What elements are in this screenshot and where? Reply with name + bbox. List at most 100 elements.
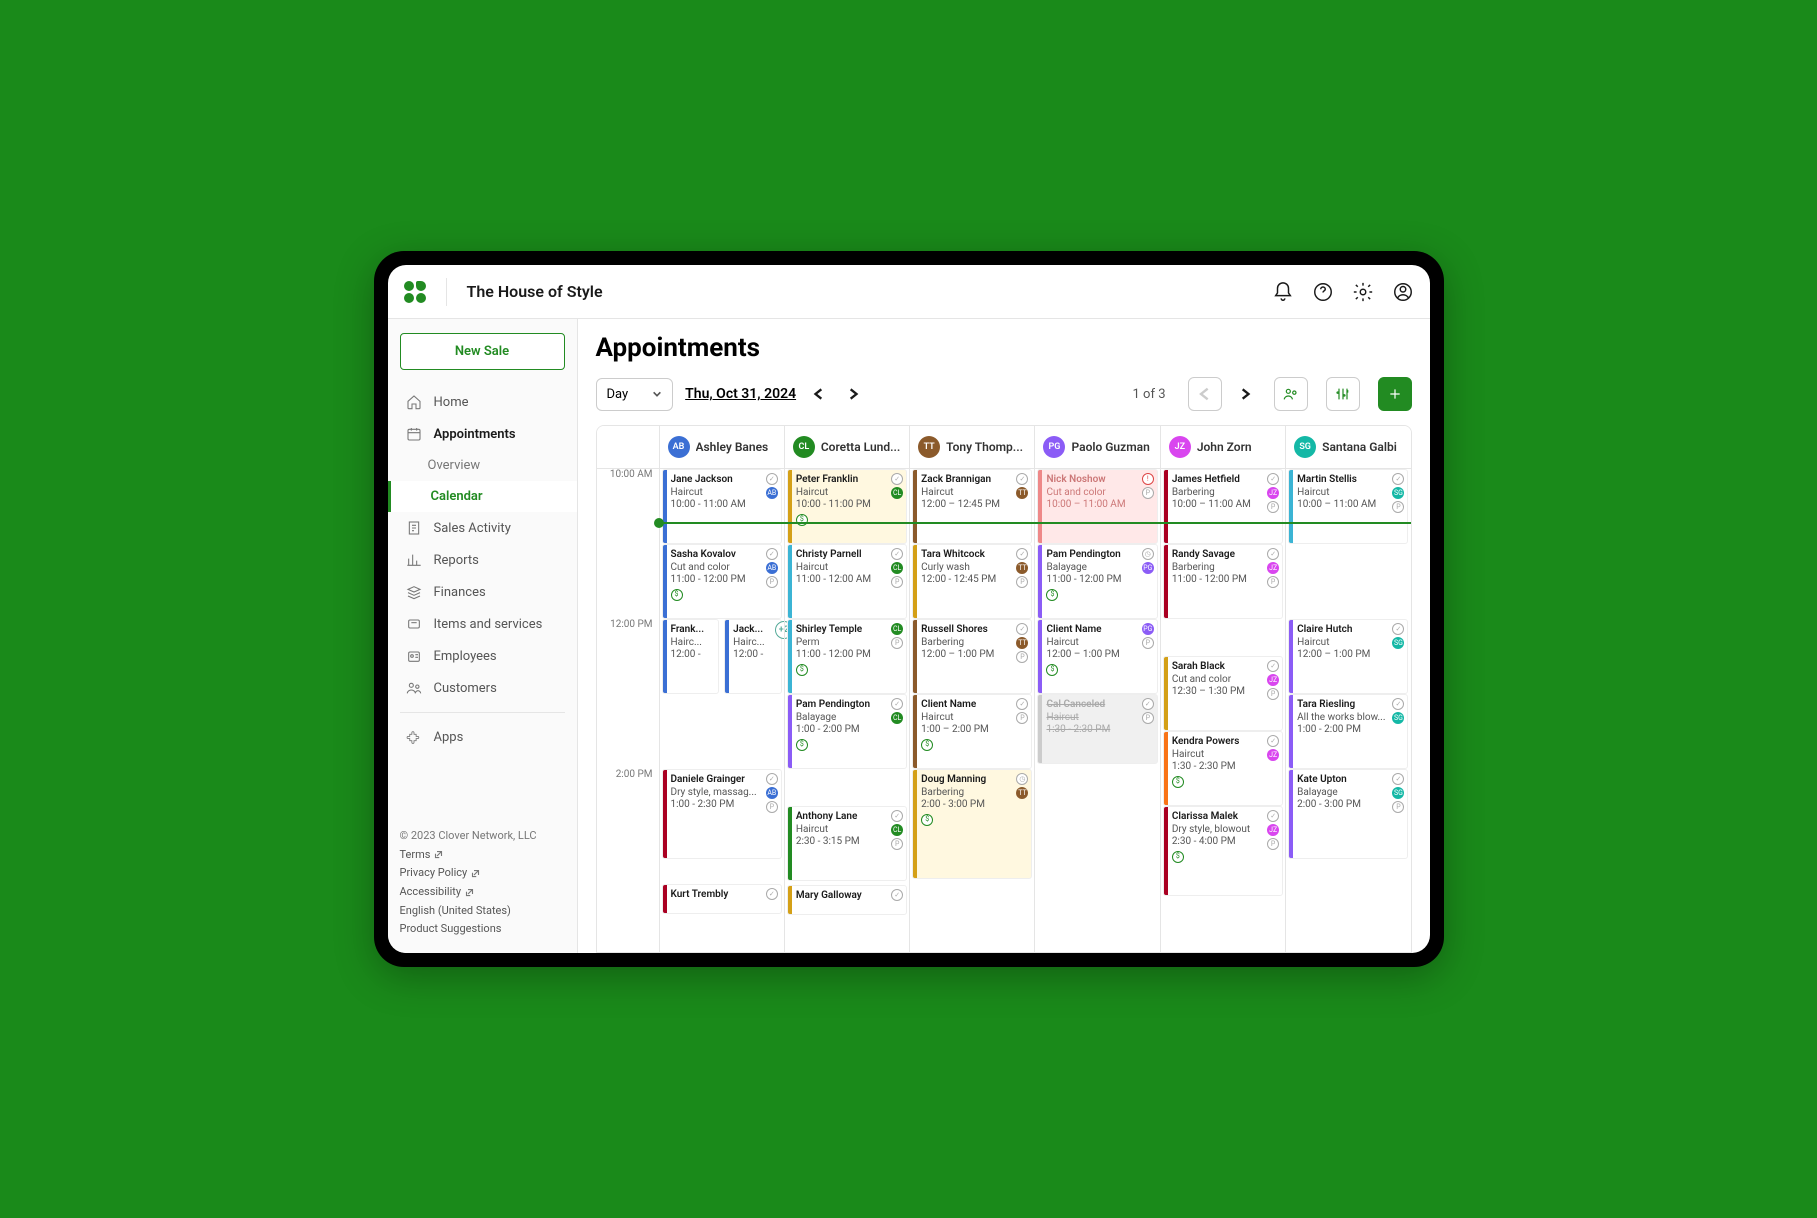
nav-appointments[interactable]: Appointments (400, 418, 565, 450)
appointment-card[interactable]: Jack...Hairc...12:00 - (724, 619, 782, 694)
service-name: Haircut (1297, 637, 1402, 650)
appointment-card[interactable]: Anthony LaneHaircut2:30 - 3:15 PM✓CLP (787, 806, 907, 881)
appointment-card[interactable]: Peter FranklinHaircut10:00 - 11:00 PM$✓C… (787, 469, 907, 544)
pager-next-button[interactable] (1238, 387, 1252, 401)
service-name: Curly wash (921, 562, 1026, 575)
appointment-card[interactable]: Zack BranniganHaircut12:00 – 12:45 PM✓TT (912, 469, 1032, 544)
appointment-card[interactable]: Daniele GraingerDry style, massag...1:00… (662, 769, 782, 859)
appointment-card[interactable]: Cal CanceledHaircut1:30 - 2:30 PM✓P (1037, 694, 1157, 764)
appointment-card[interactable]: Kurt Trembly✓ (662, 884, 782, 914)
check-icon: ✓ (1267, 548, 1279, 560)
accessibility-link[interactable]: Accessibility (400, 883, 475, 902)
employee-column-header[interactable]: JZJohn Zorn (1160, 426, 1285, 468)
bell-icon[interactable] (1272, 281, 1294, 303)
suggestions-link[interactable]: Product Suggestions (400, 920, 502, 939)
client-name: Zack Brannigan (921, 474, 1026, 487)
appointment-time: 2:00 - 3:00 PM (921, 799, 1026, 812)
pager-prev-button[interactable] (1188, 377, 1222, 411)
nav-apps[interactable]: Apps (400, 721, 565, 753)
new-sale-button[interactable]: New Sale (400, 333, 565, 370)
nav-overview[interactable]: Overview (400, 450, 565, 481)
account-icon[interactable] (1392, 281, 1414, 303)
appointment-card[interactable]: Jane JacksonHaircut10:00 - 11:00 AM✓AB (662, 469, 782, 544)
payment-icon: P (1016, 712, 1028, 724)
appointment-card[interactable]: Client NameHaircut1:00 – 2:00 PM$✓P (912, 694, 1032, 769)
appointment-card[interactable]: Tara WhitcockCurly wash12:00 - 12:45 PM✓… (912, 544, 1032, 619)
assignee-avatar: AB (766, 787, 778, 799)
appointment-time: 11:00 - 12:00 PM (1046, 574, 1151, 587)
employee-column-header[interactable]: PGPaolo Guzman (1034, 426, 1159, 468)
view-select[interactable]: Day (596, 378, 674, 411)
nav-home[interactable]: Home (400, 386, 565, 418)
gear-icon[interactable] (1352, 281, 1374, 303)
appointment-card[interactable]: Claire HutchHaircut12:00 – 1:00 PM✓SG (1288, 619, 1408, 694)
assignee-avatar: AB (766, 562, 778, 574)
employee-column-header[interactable]: ABAshley Banes (659, 426, 784, 468)
add-appointment-button[interactable] (1378, 377, 1412, 411)
clover-logo-icon (404, 281, 426, 303)
appointment-time: 1:30 - 2:30 PM (1172, 761, 1277, 774)
check-icon: ✓ (1267, 810, 1279, 822)
appointment-time: 12:00 – 1:00 PM (921, 649, 1026, 662)
appointment-card[interactable]: Mary Galloway✓ (787, 885, 907, 915)
appointment-card[interactable]: Clarissa MalekDry style, blowout2:30 - 4… (1163, 806, 1283, 896)
appointment-time: 11:00 - 12:00 PM (1172, 574, 1277, 587)
terms-link[interactable]: Terms (400, 846, 444, 865)
appointment-card[interactable]: Sarah BlackCut and color12:30 – 1:30 PM✓… (1163, 656, 1283, 731)
appointment-card[interactable]: Christy ParnellHaircut11:00 - 12:00 AM✓C… (787, 544, 907, 619)
employee-column-header[interactable]: TTTony Thomp... (909, 426, 1034, 468)
appointment-card[interactable]: Martin StellisHaircut10:00 – 11:00 AM✓SG… (1288, 469, 1408, 544)
appointment-card[interactable]: Kate UptonBalayage2:00 - 3:00 PM✓SGP (1288, 769, 1408, 859)
client-name: Client Name (1046, 624, 1151, 637)
check-icon: ✓ (1392, 773, 1404, 785)
client-name: Client Name (921, 699, 1026, 712)
service-name: All the works blow... (1297, 712, 1402, 725)
appointment-card[interactable]: Kendra PowersHaircut1:30 - 2:30 PM$✓JZ (1163, 731, 1283, 806)
appointment-card[interactable]: Shirley TemplePerm11:00 - 12:00 PM$CLP (787, 619, 907, 694)
appointment-card[interactable]: Doug ManningBarbering2:00 - 3:00 PM$◷TT (912, 769, 1032, 879)
client-name: Shirley Temple (796, 624, 901, 637)
check-icon: ✓ (1016, 623, 1028, 635)
employee-name: John Zorn (1197, 440, 1252, 454)
nav-sales[interactable]: Sales Activity (400, 512, 565, 544)
nav-calendar[interactable]: Calendar (388, 481, 577, 512)
display-options-button[interactable] (1326, 377, 1360, 411)
nav-customers[interactable]: Customers (400, 672, 565, 704)
appointment-card[interactable]: Nick NoshowCut and color10:00 – 11:00 AM… (1037, 469, 1157, 544)
service-name: Cut and color (1046, 487, 1151, 500)
avatar: CL (793, 436, 815, 458)
check-icon: ✓ (891, 548, 903, 560)
prev-day-button[interactable] (812, 387, 826, 401)
next-day-button[interactable] (846, 387, 860, 401)
appointment-card[interactable]: Sasha KovalovCut and color11:00 - 12:00 … (662, 544, 782, 619)
check-icon: ✓ (766, 548, 778, 560)
help-icon[interactable] (1312, 281, 1334, 303)
assignee-avatar: CL (891, 623, 903, 635)
client-name: Sarah Black (1172, 661, 1277, 674)
nav-employees[interactable]: Employees (400, 640, 565, 672)
nav-finances[interactable]: Finances (400, 576, 565, 608)
appointment-card[interactable]: James HetfieldBarbering10:00 – 11:00 AM✓… (1163, 469, 1283, 544)
appointment-card[interactable]: Frank...Hairc...12:00 - (662, 619, 720, 694)
nav-reports[interactable]: Reports (400, 544, 565, 576)
employee-column-header[interactable]: SGSantana Galbi (1285, 426, 1410, 468)
appointment-card[interactable]: Pam PendingtonBalayage1:00 - 2:00 PM$✓CL (787, 694, 907, 769)
employee-column-header[interactable]: CLCoretta Lund... (784, 426, 909, 468)
appointment-card[interactable]: Randy SavageBarbering11:00 - 12:00 PM✓JZ… (1163, 544, 1283, 619)
time-label: 2:00 PM (616, 769, 653, 780)
service-name: Balayage (1297, 787, 1402, 800)
employees-filter-button[interactable] (1274, 377, 1308, 411)
privacy-link[interactable]: Privacy Policy (400, 864, 481, 883)
language-link[interactable]: English (United States) (400, 902, 511, 921)
appointment-card[interactable]: Client NameHaircut12:00 – 1:00 PM$PGP (1037, 619, 1157, 694)
nav-items[interactable]: Items and services (400, 608, 565, 640)
assignee-avatar: SG (1392, 637, 1404, 649)
date-picker[interactable]: Thu, Oct 31, 2024 (685, 386, 796, 402)
client-name: Tara Whitcock (921, 549, 1026, 562)
appointment-card[interactable]: Pam PendingtonBalayage11:00 - 12:00 PM$◷… (1037, 544, 1157, 619)
appointment-time: 1:00 - 2:00 PM (796, 724, 901, 737)
appointment-card[interactable]: Russell ShoresBarbering12:00 – 1:00 PM✓T… (912, 619, 1032, 694)
assignee-avatar: PG (1142, 623, 1154, 635)
appointment-card[interactable]: Tara RieslingAll the works blow...1:00 -… (1288, 694, 1408, 769)
service-name: Haircut (921, 712, 1026, 725)
